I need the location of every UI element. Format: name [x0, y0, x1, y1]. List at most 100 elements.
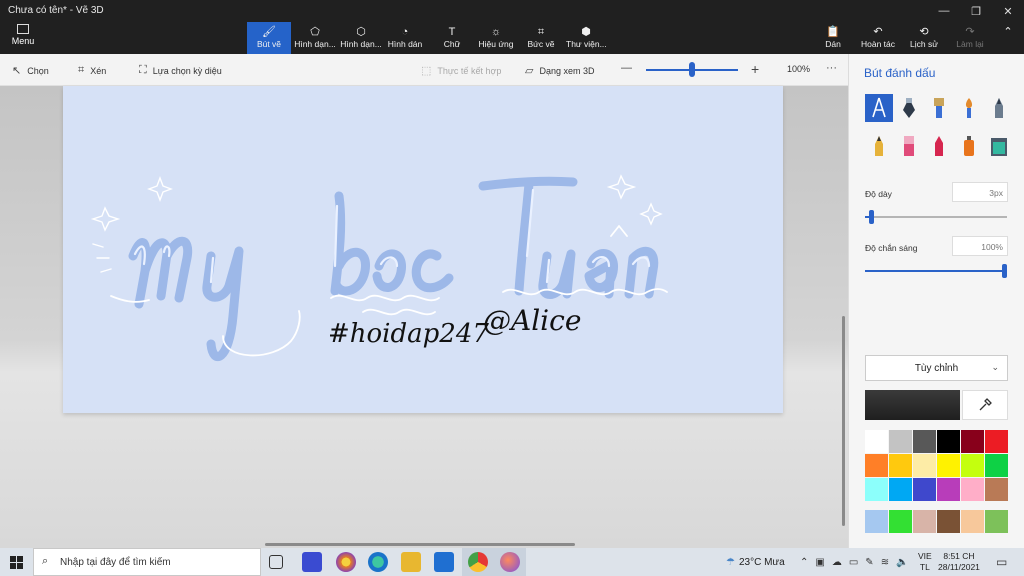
color-swatch[interactable] — [865, 430, 888, 453]
file-explorer-icon[interactable] — [401, 552, 421, 572]
current-color-swatch[interactable] — [865, 390, 960, 420]
tool-3d-shapes[interactable]: ⬡ Hình dạn... — [339, 22, 383, 54]
tool-brushes[interactable]: 🖌 Bút vẽ — [247, 22, 291, 54]
color-swatch[interactable] — [985, 454, 1008, 477]
opacity-input[interactable]: 100% — [952, 236, 1008, 256]
color-swatch[interactable] — [913, 478, 936, 501]
search-placeholder: Nhập tại đây để tìm kiếm — [60, 557, 171, 568]
eraser-tool[interactable] — [895, 132, 923, 160]
tool-stickers[interactable]: ◔ Hình dán — [385, 22, 425, 54]
history-button[interactable]: ⟲ Lịch sử — [908, 22, 940, 54]
watercolor-tool[interactable] — [955, 94, 983, 122]
pencil-tool[interactable] — [865, 132, 893, 160]
color-swatch[interactable] — [865, 510, 888, 533]
thickness-input[interactable]: 3px — [952, 182, 1008, 202]
color-swatch[interactable] — [865, 454, 888, 477]
color-swatch[interactable] — [985, 510, 1008, 533]
sparkle-icon — [639, 202, 663, 226]
taskbar-search-input[interactable]: ⌕ Nhập tại đây để tìm kiếm — [33, 548, 261, 576]
tool-canvas[interactable]: ⌗ Bức vẽ — [527, 22, 555, 54]
color-swatch[interactable] — [913, 430, 936, 453]
opacity-slider-fill — [865, 270, 1007, 272]
color-swatch[interactable] — [889, 430, 912, 453]
volume-icon[interactable]: 🔈 — [896, 557, 908, 568]
vertical-scrollbar[interactable] — [842, 316, 845, 526]
color-swatch[interactable] — [913, 510, 936, 533]
oil-brush-tool[interactable] — [925, 94, 953, 122]
color-swatch[interactable] — [961, 430, 984, 453]
onedrive-icon[interactable]: ☁ — [832, 557, 842, 568]
app-icon-1[interactable] — [302, 552, 322, 572]
input-language[interactable]: VIE TL — [918, 551, 932, 573]
maximize-icon[interactable]: ❐ — [960, 0, 992, 22]
drawing-canvas[interactable]: #hoidap247 @Alice — [63, 86, 783, 413]
tool-2d-shapes[interactable]: ⬠ Hình dạn... — [293, 22, 337, 54]
color-swatch[interactable] — [937, 430, 960, 453]
color-swatch[interactable] — [889, 478, 912, 501]
close-icon[interactable]: ✕ — [992, 0, 1024, 22]
thickness-slider-thumb[interactable] — [869, 210, 875, 224]
chrome-icon[interactable] — [468, 552, 488, 572]
horizontal-scrollbar[interactable] — [265, 543, 575, 546]
brush-panel: Bút đánh dấu Độ dày 3px Độ chắn sáng 100… — [848, 54, 1024, 548]
view-3d-button[interactable]: ▱ Dạng xem 3D — [525, 64, 595, 77]
chevron-up-icon[interactable]: ⌃ — [800, 557, 808, 568]
color-swatch[interactable] — [937, 510, 960, 533]
color-swatch[interactable] — [889, 510, 912, 533]
color-swatch[interactable] — [985, 478, 1008, 501]
battery-icon[interactable]: ▭ — [849, 557, 858, 568]
color-swatch[interactable] — [961, 510, 984, 533]
zoom-slider-thumb[interactable] — [689, 62, 695, 77]
more-options-button[interactable]: ··· — [826, 62, 837, 74]
color-swatch[interactable] — [961, 478, 984, 501]
menu-button[interactable]: Menu — [8, 24, 38, 46]
weather-widget[interactable]: ☂ 23°C Mưa — [726, 548, 785, 576]
pixel-pen-tool[interactable] — [985, 94, 1013, 122]
top-ribbon: Chưa có tên* - Vẽ 3D — ❐ ✕ Menu 🖌 Bút vẽ… — [0, 0, 1024, 54]
notification-icon[interactable]: ▭ — [996, 548, 1007, 576]
color-swatch[interactable] — [913, 454, 936, 477]
eyedropper-button[interactable] — [962, 390, 1008, 420]
paste-button[interactable]: 📋 Dán — [822, 22, 844, 54]
redo-button[interactable]: ↷ Làm lại — [954, 22, 986, 54]
crayon-tool[interactable] — [925, 132, 953, 160]
tray-app-icon[interactable]: ▣ — [815, 557, 824, 568]
wifi-icon[interactable]: ≋ — [881, 557, 889, 568]
mixed-reality-button[interactable]: ⬚ Thực tế kết hợp — [421, 64, 501, 77]
app-icon-2[interactable] — [336, 552, 356, 572]
fill-bucket-tool[interactable] — [985, 132, 1013, 160]
signature-alice: @Alice — [483, 304, 581, 337]
crop-button[interactable]: ⌗ Xén — [78, 64, 106, 77]
opacity-slider-thumb[interactable] — [1002, 264, 1007, 278]
color-swatch[interactable] — [937, 478, 960, 501]
collapse-ribbon-button[interactable]: ⌃ — [998, 22, 1018, 54]
magic-select-button[interactable]: ⛶ Lựa chọn kỳ diệu — [139, 64, 222, 77]
paint3d-icon[interactable] — [500, 552, 520, 572]
minimize-icon[interactable]: — — [928, 0, 960, 22]
opacity-slider[interactable] — [865, 264, 1007, 278]
watercolor-icon — [965, 98, 973, 118]
color-swatch[interactable] — [961, 454, 984, 477]
calligraphy-pen-tool[interactable] — [865, 94, 893, 122]
color-swatch[interactable] — [865, 478, 888, 501]
tool-effects[interactable]: ☼ Hiệu ứng — [477, 22, 515, 54]
zoom-in-button[interactable]: + — [751, 61, 759, 77]
thickness-slider[interactable] — [865, 210, 1007, 224]
mail-icon[interactable] — [434, 552, 454, 572]
clock[interactable]: 8:51 CH 28/11/2021 — [938, 551, 980, 573]
pen-icon[interactable]: ✎ — [865, 557, 873, 568]
fountain-pen-tool[interactable] — [895, 94, 923, 122]
edge-icon[interactable] — [368, 552, 388, 572]
start-button[interactable] — [0, 548, 33, 576]
spray-can-tool[interactable] — [955, 132, 983, 160]
color-swatch[interactable] — [985, 430, 1008, 453]
task-view-icon[interactable] — [269, 555, 283, 569]
color-swatch[interactable] — [937, 454, 960, 477]
tool-3d-library[interactable]: ⬢ Thư viện... — [566, 22, 607, 54]
undo-button[interactable]: ↶ Hoàn tác — [860, 22, 896, 54]
color-mode-dropdown[interactable]: Tùy chỉnh ⌄ — [865, 355, 1008, 381]
select-button[interactable]: ↖ Chọn — [12, 64, 49, 77]
zoom-out-button[interactable]: — — [621, 62, 632, 74]
tool-text[interactable]: T Chữ — [438, 22, 466, 54]
color-swatch[interactable] — [889, 454, 912, 477]
